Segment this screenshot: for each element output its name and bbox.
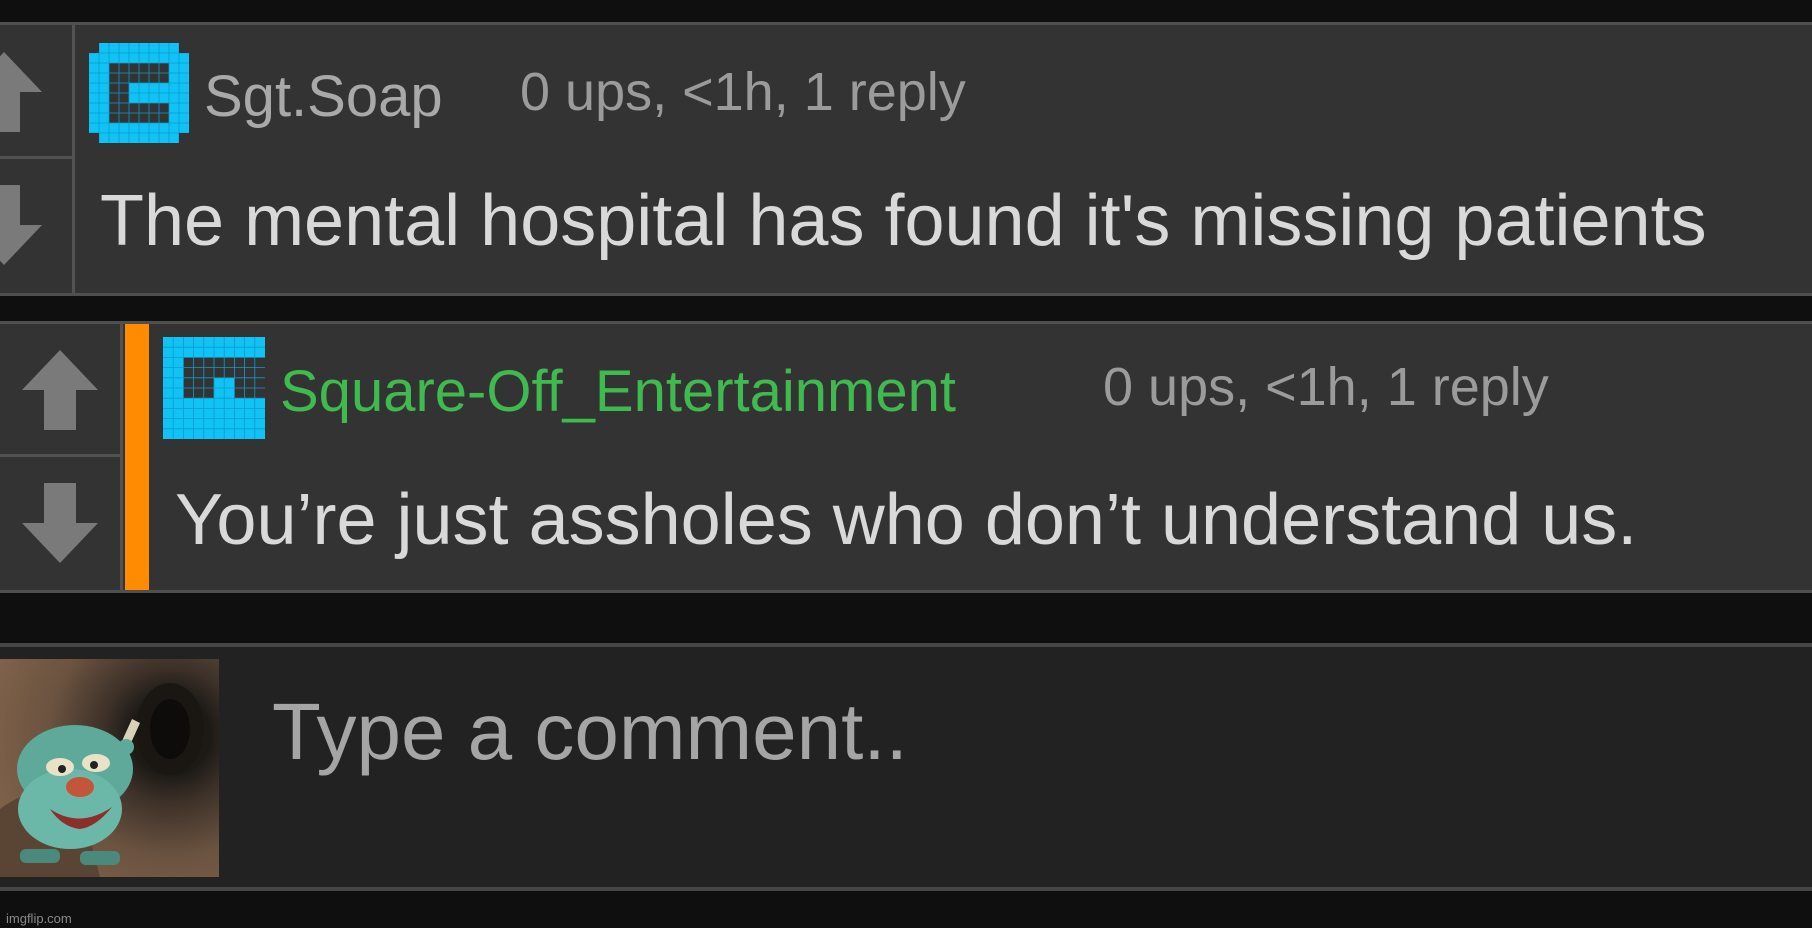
comment-text: The mental hospital has found it's missi… xyxy=(100,181,1707,261)
upvote-button[interactable] xyxy=(0,324,120,457)
blue-pixel-logo-icon xyxy=(163,337,265,439)
vote-column xyxy=(0,324,123,590)
arrow-down-icon xyxy=(22,482,98,563)
watermark: imgflip.com xyxy=(6,911,72,926)
comment-meta: 0 ups, <1h, 1 reply xyxy=(520,62,966,122)
current-user-avatar xyxy=(0,659,219,877)
downvote-button[interactable] xyxy=(0,159,72,293)
comment-meta: 0 ups, <1h, 1 reply xyxy=(1103,357,1549,417)
arrow-up-icon xyxy=(0,51,42,132)
arrow-up-icon xyxy=(22,350,98,430)
user-avatar[interactable] xyxy=(89,43,189,143)
reply-comment: Square-Off_Entertainment 0 ups, <1h, 1 r… xyxy=(0,321,1812,593)
comment-composer xyxy=(0,643,1812,891)
vote-column xyxy=(0,25,75,293)
arrow-down-icon xyxy=(0,185,42,265)
comment-username[interactable]: Sgt.Soap xyxy=(204,63,443,130)
downvote-button[interactable] xyxy=(0,457,120,590)
comment-text: You’re just assholes who don’t understan… xyxy=(175,480,1638,560)
blue-pixel-logo-icon xyxy=(89,43,189,143)
comment-username[interactable]: Square-Off_Entertainment xyxy=(280,358,956,425)
cartoon-character-image xyxy=(0,683,204,877)
comment-input[interactable] xyxy=(272,682,1772,782)
reply-indicator-bar xyxy=(125,324,149,590)
upvote-button[interactable] xyxy=(0,25,72,159)
user-avatar[interactable] xyxy=(163,337,265,439)
comment: Sgt.Soap 0 ups, <1h, 1 reply The mental … xyxy=(0,22,1812,296)
